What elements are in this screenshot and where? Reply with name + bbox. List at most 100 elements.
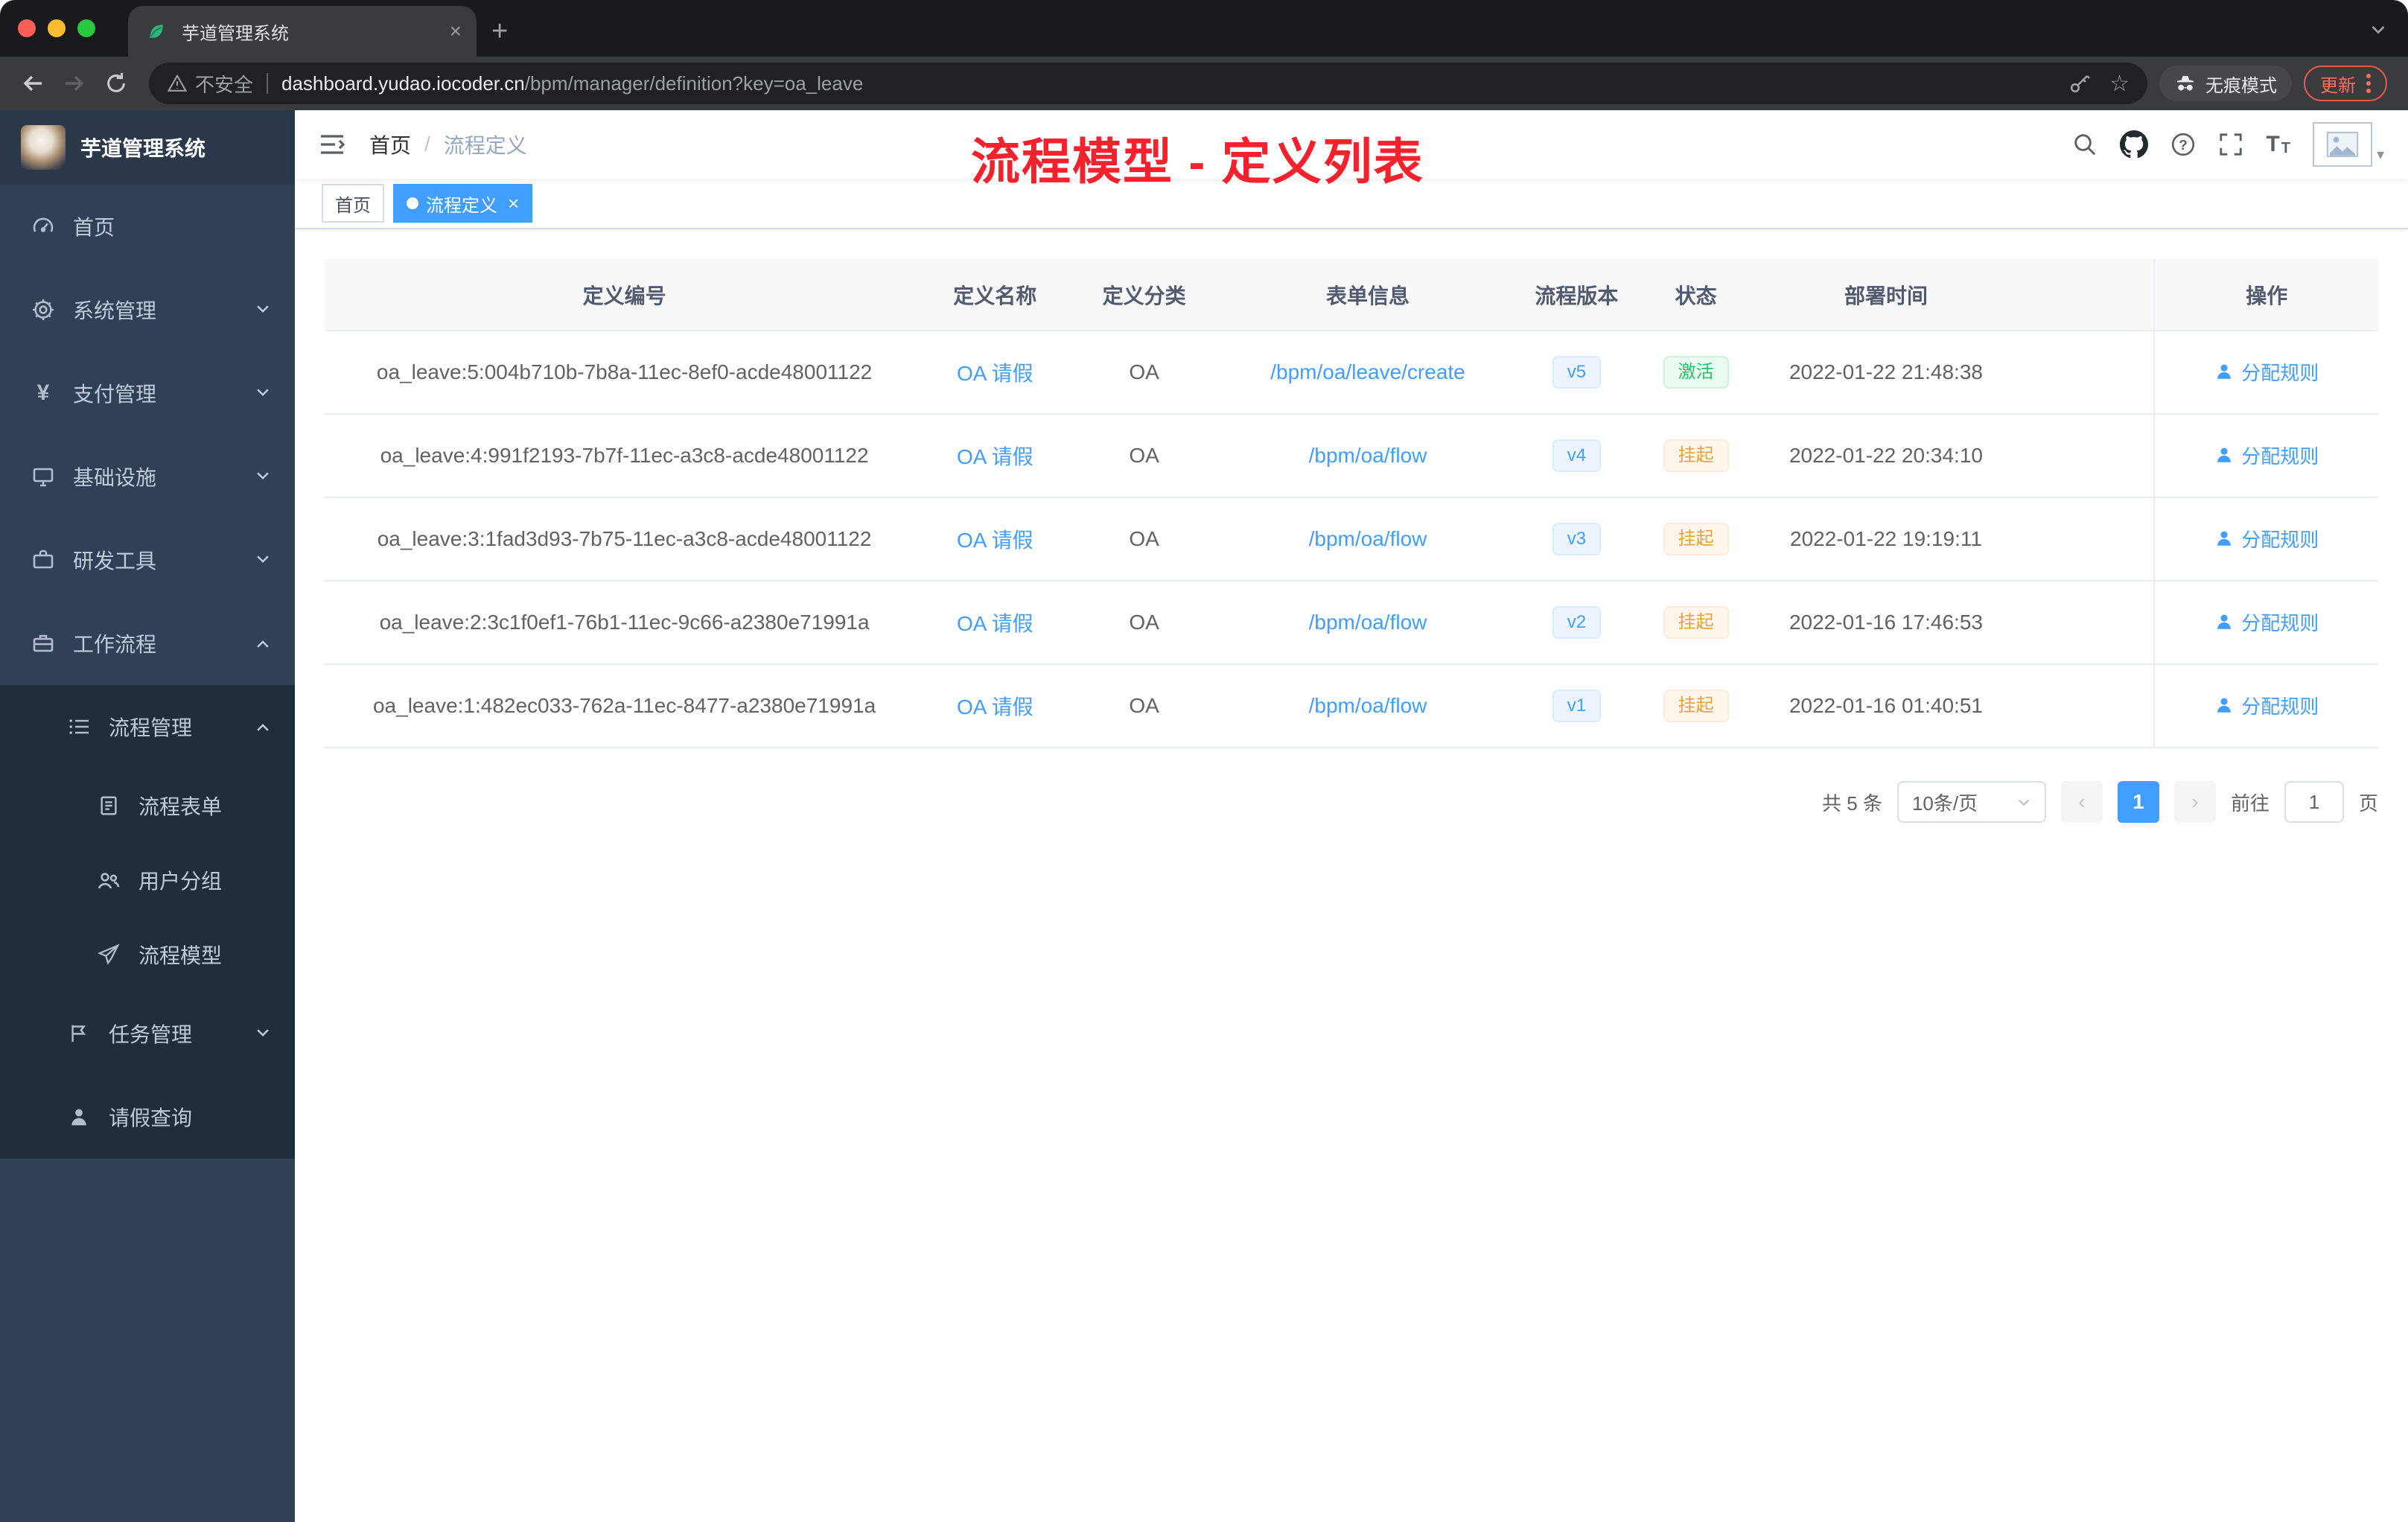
github-icon[interactable] bbox=[2120, 130, 2149, 159]
tag-close-icon[interactable]: × bbox=[508, 194, 519, 213]
user-icon bbox=[2217, 614, 2232, 629]
fullscreen-icon[interactable] bbox=[2218, 132, 2243, 157]
help-icon[interactable]: ? bbox=[2170, 132, 2196, 157]
version-badge: v1 bbox=[1552, 690, 1602, 722]
sidebar-item-process-form[interactable]: 流程表单 bbox=[0, 768, 295, 843]
password-key-icon[interactable] bbox=[2068, 71, 2092, 95]
yen-icon: ¥ bbox=[36, 380, 50, 405]
gutter-cell bbox=[2020, 664, 2155, 748]
definition-name-link[interactable]: OA 请假 bbox=[957, 362, 1033, 385]
form-info-link[interactable]: /bpm/oa/flow bbox=[1309, 444, 1427, 467]
font-size-icon[interactable]: TT bbox=[2266, 133, 2290, 156]
pagination-total: 共 5 条 bbox=[1822, 792, 1882, 815]
page-size-value: 10条/页 bbox=[1911, 792, 1978, 815]
form-info-link[interactable]: /bpm/oa/flow bbox=[1309, 611, 1427, 634]
active-tag-dot bbox=[407, 197, 418, 209]
column-header-deploy-time: 部署时间 bbox=[1751, 259, 2021, 331]
sidebar-item-infrastructure[interactable]: 基础设施 bbox=[0, 435, 295, 518]
user-icon bbox=[2217, 364, 2232, 379]
tab-favicon-icon bbox=[143, 21, 170, 42]
tab-search-chevron-icon[interactable] bbox=[2369, 16, 2387, 44]
forward-button[interactable] bbox=[54, 63, 95, 104]
tag-process-definition[interactable]: 流程定义 × bbox=[393, 184, 533, 223]
sidebar-item-system[interactable]: 系统管理 bbox=[0, 268, 295, 351]
address-bar[interactable]: 不安全 dashboard.yudao.iocoder.cn/bpm/manag… bbox=[149, 63, 2147, 104]
column-header-definition-category: 定义分类 bbox=[1066, 259, 1223, 331]
column-header-definition-name: 定义名称 bbox=[924, 259, 1066, 331]
tab-close-icon[interactable]: × bbox=[450, 21, 462, 42]
tags-view-bar: 首页 流程定义 × bbox=[295, 179, 2408, 229]
page-number-button[interactable]: 1 bbox=[2117, 781, 2159, 823]
form-info-link[interactable]: /bpm/oa/flow bbox=[1309, 694, 1427, 717]
sidebar-item-user-group[interactable]: 用户分组 bbox=[0, 843, 295, 917]
search-icon[interactable] bbox=[2072, 132, 2098, 157]
sidebar-item-payment[interactable]: ¥ 支付管理 bbox=[0, 351, 295, 435]
sidebar-item-label: 支付管理 bbox=[73, 383, 157, 406]
close-window-button[interactable] bbox=[18, 19, 36, 37]
tag-label: 流程定义 bbox=[426, 195, 497, 216]
sidebar-item-label: 研发工具 bbox=[73, 550, 157, 573]
table-header-row: 定义编号 定义名称 定义分类 表单信息 流程版本 状态 部署时间 操作 bbox=[325, 259, 2378, 331]
definition-name-link[interactable]: OA 请假 bbox=[957, 529, 1033, 552]
sidebar-item-process-management[interactable]: 流程管理 bbox=[0, 685, 295, 768]
definition-category: OA bbox=[1066, 664, 1223, 748]
definition-name-link[interactable]: OA 请假 bbox=[957, 445, 1033, 468]
sidebar-item-label: 请假查询 bbox=[109, 1107, 193, 1130]
gutter-cell bbox=[2020, 581, 2155, 665]
minimize-window-button[interactable] bbox=[48, 19, 66, 37]
fullscreen-window-button[interactable] bbox=[77, 19, 95, 37]
status-badge: 挂起 bbox=[1663, 690, 1729, 722]
chevron-down-icon bbox=[255, 381, 271, 405]
definition-name-link[interactable]: OA 请假 bbox=[957, 612, 1033, 635]
site-security-warning[interactable]: 不安全 bbox=[167, 70, 253, 98]
definition-name-link[interactable]: OA 请假 bbox=[957, 695, 1033, 719]
sidebar-item-task-management[interactable]: 任务管理 bbox=[0, 992, 295, 1075]
sidebar-item-workflow[interactable]: 工作流程 bbox=[0, 602, 295, 685]
user-icon bbox=[2217, 531, 2232, 546]
chevron-down-icon bbox=[255, 548, 271, 572]
form-info-link[interactable]: /bpm/oa/leave/create bbox=[1270, 360, 1465, 383]
page-size-select[interactable]: 10条/页 bbox=[1896, 781, 2046, 823]
assign-rule-link[interactable]: 分配规则 bbox=[2214, 692, 2319, 719]
chrome-update-button[interactable]: 更新 bbox=[2304, 66, 2387, 101]
column-header-definition-id: 定义编号 bbox=[325, 259, 925, 331]
form-info-link[interactable]: /bpm/oa/flow bbox=[1309, 527, 1427, 550]
assign-rule-link[interactable]: 分配规则 bbox=[2214, 442, 2319, 469]
tag-home[interactable]: 首页 bbox=[322, 184, 384, 223]
assign-rule-link[interactable]: 分配规则 bbox=[2214, 525, 2319, 553]
sidebar-item-leave-query[interactable]: 请假查询 bbox=[0, 1075, 295, 1159]
assign-rule-link[interactable]: 分配规则 bbox=[2214, 608, 2319, 636]
sidebar-item-process-model[interactable]: 流程模型 bbox=[0, 917, 295, 992]
user-avatar[interactable]: ▾ bbox=[2312, 122, 2384, 167]
definition-id: oa_leave:3:1fad3d93-7b75-11ec-a3c8-acde4… bbox=[325, 497, 925, 582]
column-header-actions: 操作 bbox=[2153, 259, 2378, 331]
briefcase-icon bbox=[30, 548, 57, 572]
new-tab-button[interactable]: + bbox=[477, 6, 523, 57]
incognito-icon bbox=[2177, 75, 2194, 91]
chevron-down-icon bbox=[2016, 795, 2031, 809]
page-unit-label: 页 bbox=[2358, 792, 2378, 815]
assign-rule-link[interactable]: 分配规则 bbox=[2214, 358, 2319, 386]
sidebar-item-home[interactable]: 首页 bbox=[0, 185, 295, 268]
browser-tab[interactable]: 芋道管理系统 × bbox=[128, 6, 477, 57]
browser-window: 芋道管理系统 × + 不安全 dashboard.yudao.iocoder.c… bbox=[0, 0, 2408, 1522]
sidebar-logo[interactable]: 芋道管理系统 bbox=[0, 110, 295, 185]
back-button[interactable] bbox=[12, 63, 54, 104]
bookmark-star-icon[interactable]: ☆ bbox=[2109, 71, 2130, 97]
prev-page-button[interactable]: ‹ bbox=[2060, 781, 2103, 823]
status-badge: 挂起 bbox=[1663, 523, 1729, 555]
sidebar-toggle-hamburger-icon[interactable] bbox=[319, 133, 345, 156]
version-badge: v4 bbox=[1552, 439, 1602, 472]
goto-page-input[interactable] bbox=[2284, 781, 2344, 823]
sidebar-item-devtools[interactable]: 研发工具 bbox=[0, 518, 295, 602]
chevron-down-icon bbox=[255, 465, 271, 488]
update-label: 更新 bbox=[2320, 75, 2356, 96]
page-content: 定义编号 定义名称 定义分类 表单信息 流程版本 状态 部署时间 操作 oa_l… bbox=[295, 229, 2408, 1522]
tab-title: 芋道管理系统 bbox=[182, 23, 289, 44]
next-page-button[interactable]: › bbox=[2173, 781, 2216, 823]
table-row: oa_leave:1:482ec033-762a-11ec-8477-a2380… bbox=[325, 664, 2378, 748]
broken-image-icon bbox=[2326, 132, 2359, 157]
browser-menu-icon[interactable] bbox=[2366, 81, 2371, 86]
reload-button[interactable] bbox=[95, 63, 137, 104]
breadcrumb-home[interactable]: 首页 bbox=[369, 130, 411, 159]
